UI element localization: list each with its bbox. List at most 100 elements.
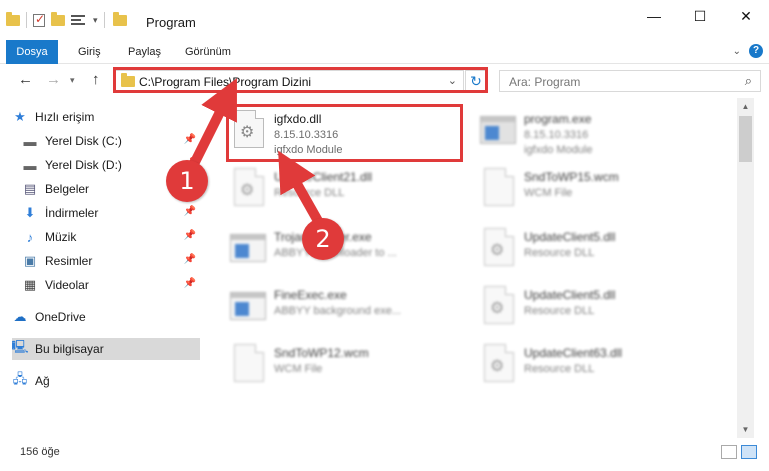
minimize-button[interactable]: — — [631, 0, 677, 32]
details-view-icon[interactable] — [721, 445, 737, 459]
sidebar-item-pictures[interactable]: ▣ Resimler 📌 — [22, 250, 200, 272]
sidebar-item-network[interactable]: 🖧 Ağ — [12, 370, 212, 392]
cloud-icon: ☁ — [13, 309, 27, 324]
drive-icon: ▬ — [23, 133, 37, 149]
sidebar-item-label: Ağ — [35, 374, 50, 388]
document-file-icon — [480, 168, 518, 208]
sidebar-item-quick-access[interactable]: ★ Hızlı erişim — [12, 106, 212, 128]
sidebar-item-label: Bu bilgisayar — [35, 342, 104, 356]
document-file-icon — [230, 344, 268, 384]
tiles-view-icon[interactable] — [741, 445, 757, 459]
tab-file[interactable]: Dosya — [6, 40, 58, 64]
window-folder-icon — [112, 11, 127, 26]
file-type: Resource DLL — [524, 247, 595, 259]
title-bar: ▾ Program — ☐ ✕ — [0, 0, 769, 40]
sidebar-item-videos[interactable]: ▦ Videolar 📌 — [22, 274, 200, 296]
computer-icon: 🖳 — [11, 339, 29, 354]
pin-icon: 📌 — [183, 206, 196, 217]
sidebar-item-this-pc[interactable]: 🖳 Bu bilgisayar — [11, 338, 200, 360]
file-name: UpdateClient5.dll — [524, 288, 616, 302]
back-arrow-icon[interactable]: ← — [18, 71, 33, 88]
file-type: Resource DLL — [524, 363, 595, 375]
sidebar-item-label: Resimler — [45, 254, 93, 268]
file-name: program.exe — [524, 112, 592, 126]
dll-file-icon: ⚙ — [480, 286, 518, 326]
sidebar-item-label: Müzik — [45, 230, 77, 244]
help-icon[interactable]: ? — [749, 44, 763, 58]
tab-home[interactable]: Giriş — [78, 40, 101, 64]
expand-ribbon-icon[interactable]: ⌄ — [733, 46, 741, 57]
document-icon: ▤ — [23, 181, 37, 196]
file-highlight-box — [226, 104, 463, 162]
download-icon: ⬇ — [24, 205, 36, 220]
up-arrow-icon[interactable]: ↑ — [92, 71, 100, 88]
search-icon[interactable]: ⌕ — [745, 73, 752, 89]
scroll-down-icon[interactable]: ▼ — [737, 421, 754, 438]
file-name: UpdateClient21.dll — [274, 170, 373, 184]
video-icon: ▦ — [23, 277, 37, 292]
file-version: 8.15.10.3316 — [524, 129, 589, 141]
file-tile[interactable]: ⚙ UpdateClient21.dll Resource DLL — [206, 160, 446, 216]
sidebar-item-label: Yerel Disk (C:) — [45, 134, 122, 148]
file-type: ABBYY background exe... — [274, 305, 401, 317]
file-name: SndToWP15.wcm — [524, 170, 619, 184]
tab-view[interactable]: Görünüm — [185, 40, 231, 64]
star-icon: ★ — [14, 109, 26, 124]
file-type: WCM File — [274, 363, 323, 375]
sidebar-item-onedrive[interactable]: ☁ OneDrive — [12, 306, 212, 328]
callout-2: 2 — [302, 218, 344, 260]
toolbar-divider — [103, 12, 105, 28]
file-tile[interactable]: ⚙ UpdateClient5.dll Resource DLL — [456, 220, 696, 276]
dll-file-icon: ⚙ — [480, 344, 518, 384]
search-input[interactable]: Ara: Program ⌕ — [499, 70, 761, 92]
new-folder-icon[interactable] — [51, 11, 65, 26]
file-type: Resource DLL — [524, 305, 595, 317]
sidebar-item-label: Belgeler — [45, 182, 90, 196]
quick-access-toolbar: ▾ — [6, 11, 127, 28]
file-tile[interactable]: SndToWP15.wcm WCM File — [456, 160, 696, 216]
close-button[interactable]: ✕ — [723, 0, 769, 32]
properties-check-icon[interactable] — [33, 12, 45, 27]
pin-icon: 📌 — [183, 254, 196, 265]
folder-icon[interactable] — [6, 11, 20, 26]
sidebar-item-label: OneDrive — [35, 310, 86, 324]
file-tile[interactable]: FineExec.exe ABBYY background exe... — [206, 278, 446, 334]
forward-arrow-icon[interactable]: → — [46, 71, 61, 88]
exe-file-icon — [230, 228, 268, 268]
tab-share[interactable]: Paylaş — [128, 40, 161, 64]
file-type: Resource DLL — [274, 187, 345, 199]
pin-icon: 📌 — [183, 278, 196, 289]
sidebar-item-local-disk-c[interactable]: ▬ Yerel Disk (C:) 📌 — [22, 130, 200, 152]
file-name: FineExec.exe — [274, 288, 347, 302]
file-tile[interactable]: SndToWP12.wcm WCM File — [206, 336, 446, 392]
file-tile[interactable]: ⚙ UpdateClient63.dll Resource DLL — [456, 336, 696, 392]
file-type: WCM File — [524, 187, 573, 199]
customize-toolbar-icon[interactable] — [71, 14, 87, 27]
search-placeholder: Ara: Program — [509, 75, 581, 89]
exe-file-icon — [230, 286, 268, 326]
sidebar-item-label: Yerel Disk (D:) — [45, 158, 122, 172]
window-controls: — ☐ ✕ — [631, 0, 769, 32]
pin-icon: 📌 — [183, 134, 196, 145]
toolbar-divider — [26, 12, 27, 28]
sidebar-item-label: Videolar — [45, 278, 89, 292]
navigation-pane: ★ Hızlı erişim ▬ Yerel Disk (C:) 📌 ▬ Yer… — [0, 98, 206, 438]
file-tile[interactable]: ⚙ UpdateClient5.dll Resource DLL — [456, 278, 696, 334]
maximize-button[interactable]: ☐ — [677, 0, 723, 32]
sidebar-item-label: Hızlı erişim — [35, 110, 95, 124]
file-tile-program-exe[interactable]: program.exe 8.15.10.3316 igfxdo Module — [456, 102, 696, 158]
sidebar-item-music[interactable]: ♪ Müzik 📌 — [22, 226, 200, 248]
scrollbar-thumb[interactable] — [739, 116, 752, 162]
view-buttons — [721, 445, 757, 459]
network-icon: 🖧 — [12, 371, 28, 386]
drive-icon: ▬ — [23, 157, 37, 173]
callout-1: 1 — [166, 160, 208, 202]
window-title: Program — [146, 15, 196, 30]
pictures-icon: ▣ — [23, 253, 37, 268]
chevron-down-icon[interactable]: ▾ — [93, 15, 98, 26]
vertical-scrollbar[interactable]: ▲ ▼ — [737, 98, 754, 438]
recent-locations-icon[interactable]: ▾ — [70, 75, 75, 86]
scroll-up-icon[interactable]: ▲ — [737, 98, 754, 115]
sidebar-item-downloads[interactable]: ⬇ İndirmeler 📌 — [22, 202, 200, 224]
status-bar: 156 öğe — [0, 438, 769, 471]
